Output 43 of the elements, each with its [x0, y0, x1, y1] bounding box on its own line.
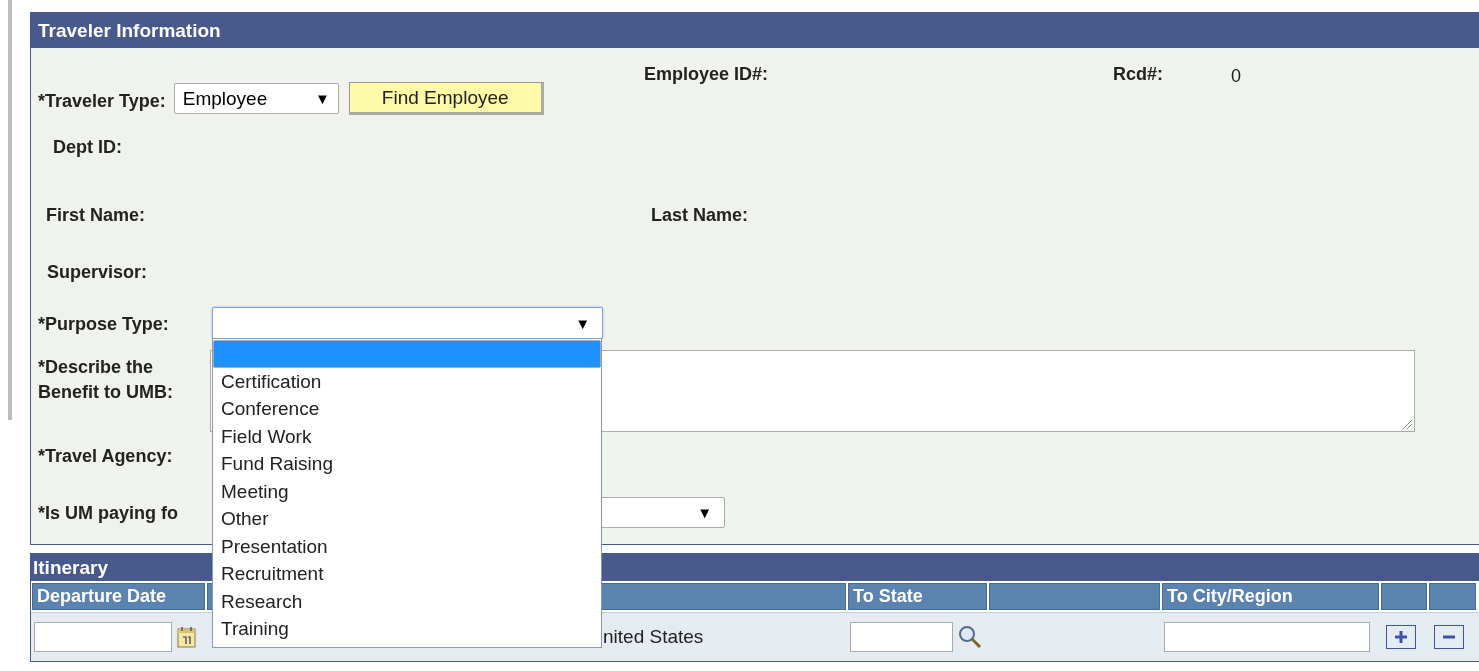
search-icon[interactable] [957, 624, 983, 650]
delete-row-button[interactable] [1434, 625, 1464, 649]
field-label: Last Name: [651, 205, 749, 226]
field-label: Supervisor: [47, 262, 148, 283]
column-header: Departure Date [32, 583, 205, 610]
city-input[interactable] [1164, 622, 1370, 652]
dropdown-option[interactable]: Meeting [213, 477, 601, 505]
dropdown-option[interactable]: Certification [213, 367, 601, 395]
add-row-button[interactable] [1386, 625, 1416, 649]
section-title: Traveler Information [38, 19, 221, 42]
field-label: Employee ID#: [644, 64, 770, 85]
column-header: To City/Region [1162, 583, 1379, 610]
find-employee-button[interactable]: Find Employee [348, 82, 544, 115]
calendar-icon[interactable] [176, 625, 198, 649]
dropdown-option[interactable]: Conference [213, 395, 601, 423]
field-label: *Is UM paying fo [38, 503, 179, 524]
field-label: *Purpose Type: [38, 314, 170, 335]
traveler-type-select[interactable]: Employee ▼ [173, 83, 339, 114]
table-cell: nited States [603, 626, 704, 648]
field-label: *Traveler Type: [38, 90, 166, 112]
resize-grip-icon[interactable] [1401, 418, 1413, 430]
state-input[interactable] [850, 622, 953, 652]
field-label: First Name: [46, 205, 147, 226]
dropdown-option[interactable]: Recruitment [213, 560, 601, 588]
column-header [1381, 583, 1427, 610]
field-label: Dept ID: [53, 137, 122, 158]
section-title: Itinerary [33, 556, 108, 579]
field-label: *Travel Agency: [38, 446, 173, 467]
field-value: 0 [1231, 66, 1241, 87]
field-label: Rcd#: [1113, 64, 1164, 85]
date-input[interactable] [34, 622, 172, 652]
dropdown-option[interactable]: Fund Raising [213, 450, 601, 478]
purpose-type-select[interactable]: ▼ [212, 307, 603, 339]
column-header: To State [848, 583, 987, 610]
dropdown-option[interactable]: Field Work [213, 422, 601, 450]
scroll-bar[interactable] [8, 0, 12, 420]
plus-icon [1393, 629, 1409, 645]
dropdown-option[interactable]: Research [213, 587, 601, 615]
dropdown-option[interactable]: Training [213, 615, 601, 643]
column-header [1429, 583, 1476, 610]
dropdown-option[interactable]: Other [213, 505, 601, 533]
dropdown-option[interactable]: Presentation [213, 532, 601, 560]
field-label: *Describe the Benefit to UMB: [38, 356, 174, 404]
